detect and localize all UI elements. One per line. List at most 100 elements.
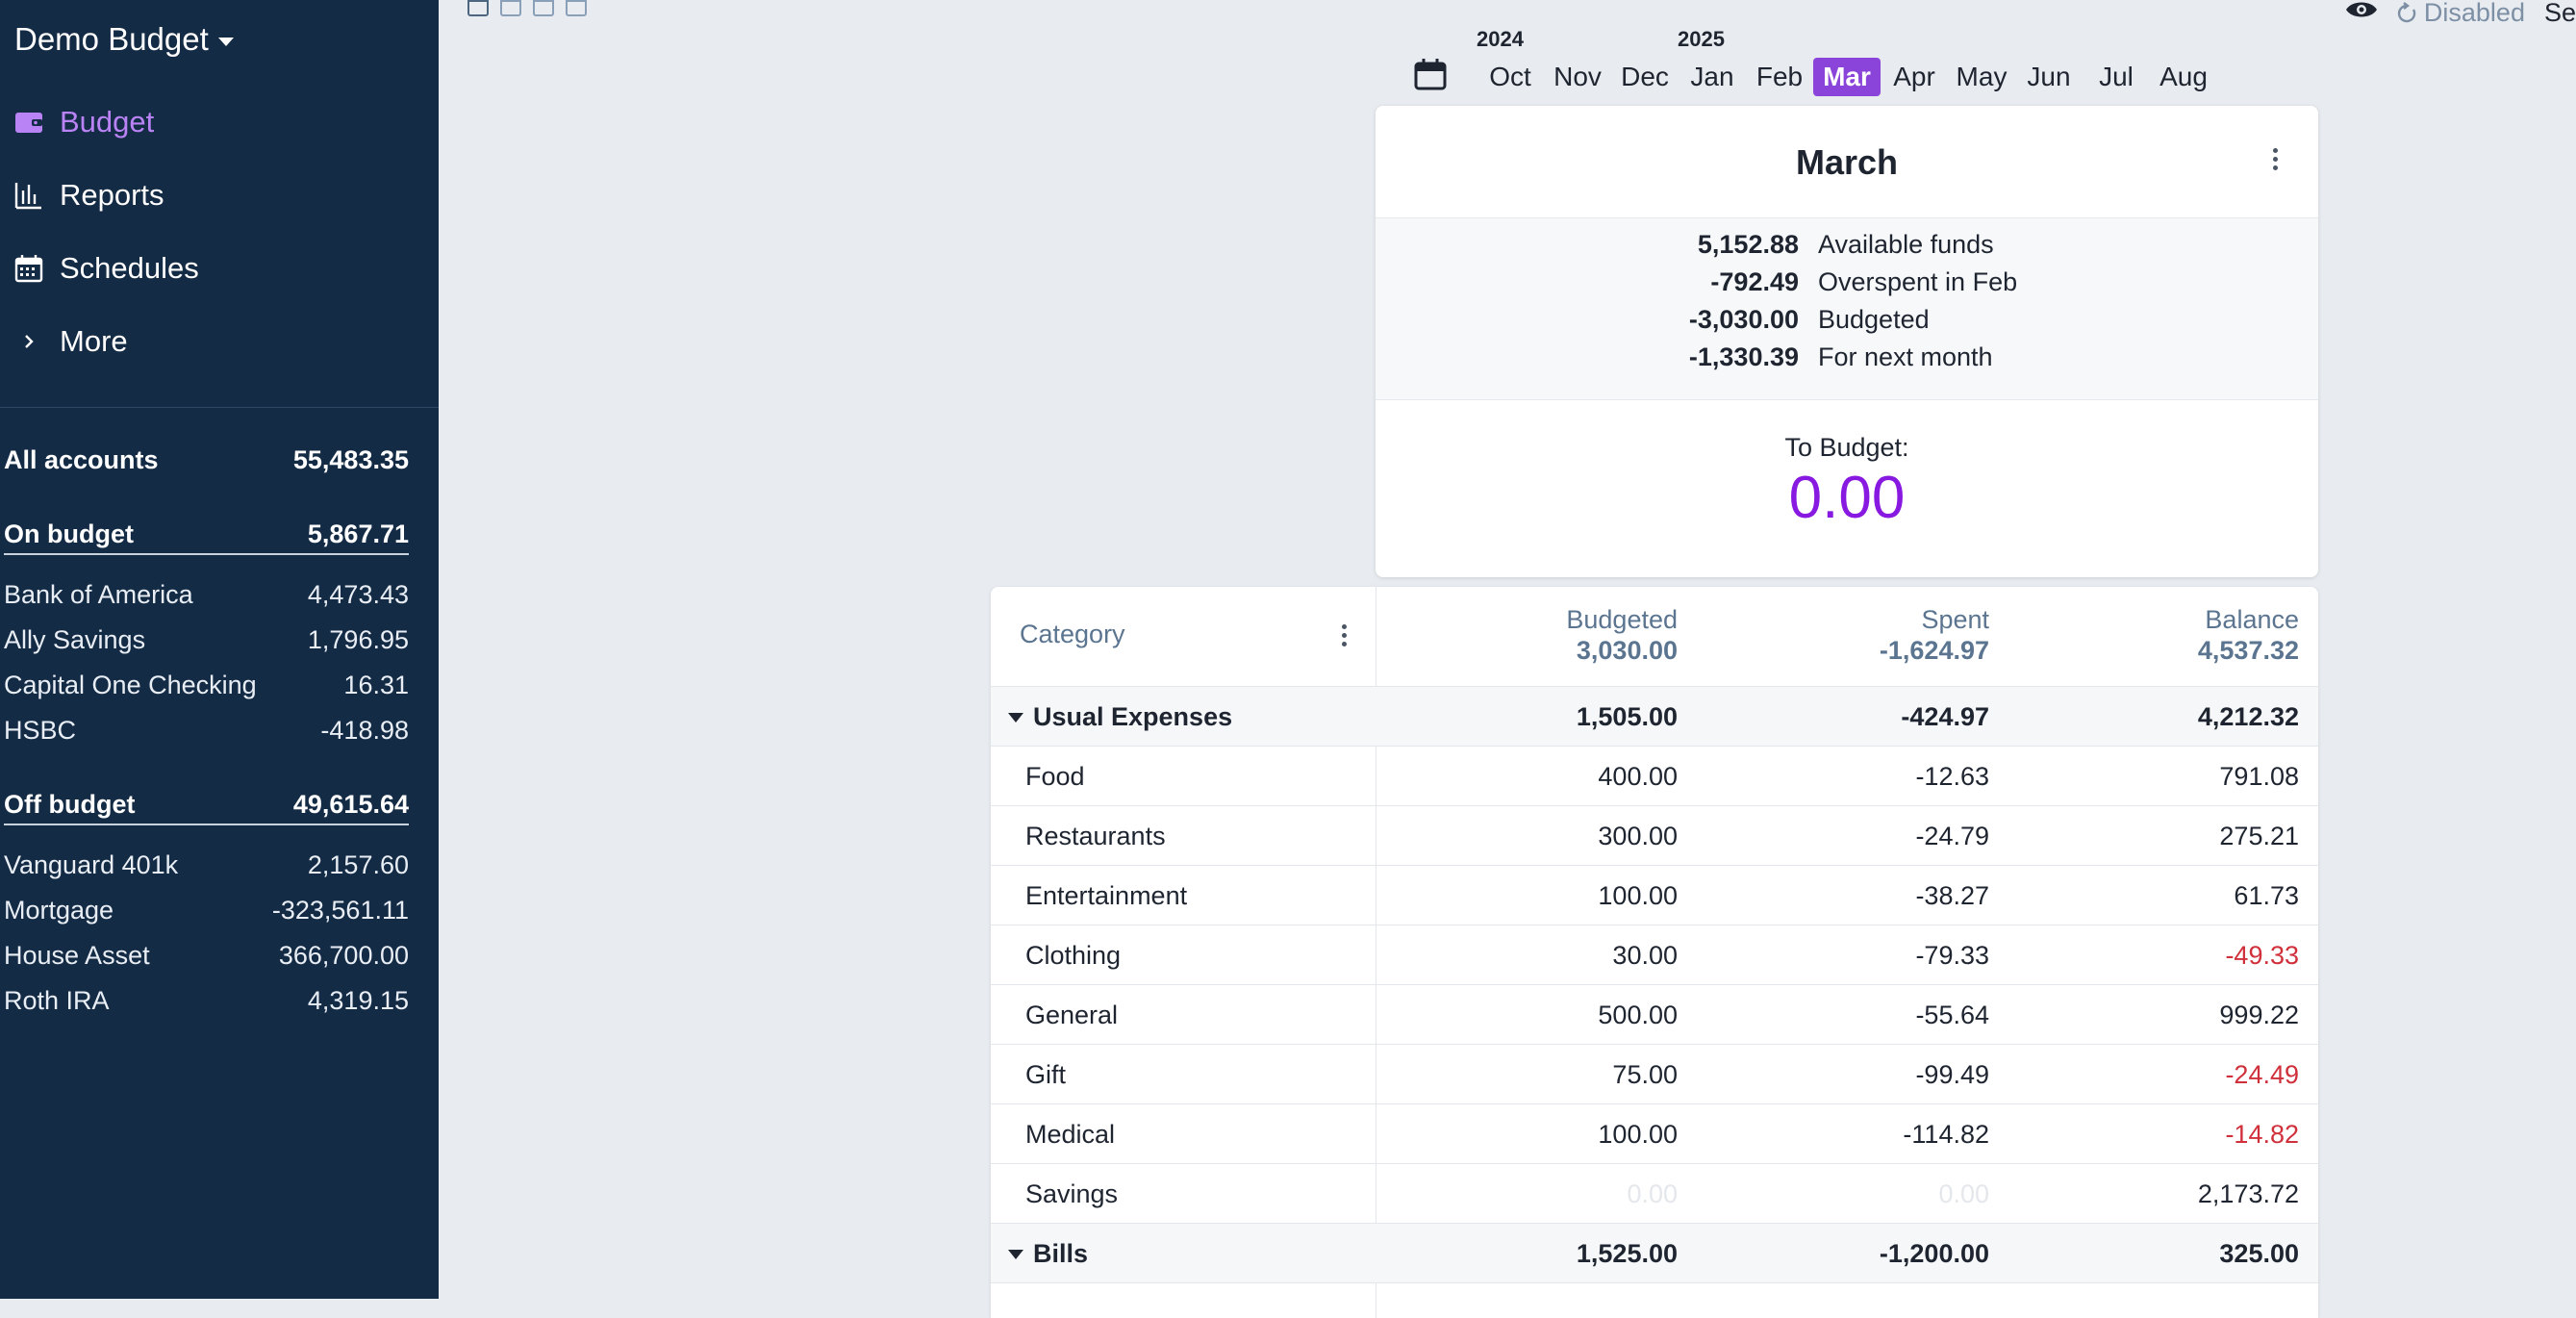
month-apr[interactable]: Apr [1885, 58, 1943, 96]
year-label-2025: 2025 [1678, 27, 1725, 51]
one-month-view-icon[interactable] [467, 0, 489, 16]
budgeted-cell[interactable]: 100.00 [1598, 1120, 1678, 1150]
month-feb[interactable]: Feb [1751, 58, 1808, 96]
budgeted-cell[interactable]: 0.00 [1627, 1179, 1678, 1209]
category-row[interactable]: Medical 100.00 -114.82 -14.82 [991, 1104, 2318, 1164]
month-may[interactable]: May [1953, 58, 2010, 96]
account-name: Mortgage [4, 896, 114, 925]
nav-budget[interactable]: Budget [13, 98, 154, 146]
balance-cell[interactable]: -24.49 [2225, 1060, 2299, 1090]
account-row[interactable]: House Asset 366,700.00 [4, 941, 409, 971]
category-row[interactable]: Restaurants 300.00 -24.79 275.21 [991, 806, 2318, 866]
group-toggle[interactable]: Bills [1008, 1239, 1088, 1269]
month-aug[interactable]: Aug [2155, 58, 2212, 96]
two-month-view-icon[interactable] [500, 0, 521, 16]
month-mar[interactable]: Mar [1813, 58, 1881, 96]
balance-cell[interactable]: 791.08 [2219, 762, 2299, 792]
off-budget-balance: 49,615.64 [292, 790, 409, 819]
spent-cell[interactable]: -55.64 [1915, 1001, 1989, 1030]
month-jan[interactable]: Jan [1683, 58, 1741, 96]
nav-more[interactable]: More [13, 317, 128, 366]
view-layout-toggles [467, 0, 587, 16]
group-toggle[interactable]: Usual Expenses [1008, 702, 1232, 732]
four-month-view-icon[interactable] [566, 0, 587, 16]
category-menu-icon[interactable] [1329, 621, 1358, 649]
account-row[interactable]: HSBC -418.98 [4, 716, 409, 746]
category-row[interactable]: Entertainment 100.00 -38.27 61.73 [991, 866, 2318, 925]
on-budget-balance: 5,867.71 [307, 520, 409, 548]
to-budget-amount[interactable]: 0.00 [1376, 464, 2318, 532]
month-nov[interactable]: Nov [1549, 58, 1606, 96]
category-group-row[interactable]: Usual Expenses 1,505.00 -424.97 4,212.32 [991, 687, 2318, 747]
calendar-picker-button[interactable] [1414, 58, 1449, 92]
balance-cell[interactable]: -14.82 [2225, 1120, 2299, 1150]
category-row[interactable]: Gift 75.00 -99.49 -24.49 [991, 1045, 2318, 1104]
nav-schedules[interactable]: Schedules [13, 244, 199, 292]
category-row[interactable]: Clothing 30.00 -79.33 -49.33 [991, 925, 2318, 985]
three-month-view-icon[interactable] [533, 0, 554, 16]
account-balance: 366,700.00 [278, 941, 409, 970]
sync-status-label: Disabled [2423, 0, 2525, 27]
all-accounts-row[interactable]: All accounts 55,483.35 [4, 445, 409, 475]
eye-icon[interactable] [2345, 0, 2378, 28]
budgeted-cell: 1,505.00 [1576, 702, 1678, 731]
spent-cell: -424.97 [1901, 702, 1989, 731]
category-name[interactable]: Savings [1025, 1179, 1118, 1209]
account-row[interactable]: Bank of America 4,473.43 [4, 580, 409, 610]
account-row[interactable]: Capital One Checking 16.31 [4, 671, 409, 700]
month-jul[interactable]: Jul [2087, 58, 2145, 96]
month-oct[interactable]: Oct [1481, 58, 1539, 96]
category-name[interactable]: Clothing [1025, 941, 1121, 971]
spent-cell[interactable]: -12.63 [1915, 762, 1989, 792]
sync-icon [2397, 1, 2416, 22]
account-row[interactable]: Ally Savings 1,796.95 [4, 625, 409, 655]
account-row[interactable]: Roth IRA 4,319.15 [4, 986, 409, 1016]
balance-cell[interactable]: -49.33 [2225, 941, 2299, 971]
off-budget-row[interactable]: Off budget 49,615.64 [4, 790, 409, 825]
budgeted-cell[interactable]: 75.00 [1612, 1060, 1678, 1090]
category-row[interactable]: Savings 0.00 0.00 2,173.72 [991, 1164, 2318, 1224]
spent-cell[interactable]: -79.33 [1915, 941, 1989, 971]
on-budget-row[interactable]: On budget 5,867.71 [4, 520, 409, 555]
category-row[interactable]: Food 400.00 -12.63 791.08 [991, 747, 2318, 806]
spent-cell[interactable]: 0.00 [1938, 1179, 1989, 1209]
balance-cell[interactable]: 999.22 [2219, 1001, 2299, 1030]
category-name[interactable]: Medical [1025, 1120, 1115, 1150]
spent-cell[interactable]: -24.79 [1915, 822, 1989, 851]
category-group-row[interactable]: Bills 1,525.00 -1,200.00 325.00 [991, 1224, 2318, 1283]
spent-cell[interactable]: -38.27 [1915, 881, 1989, 911]
category-name[interactable]: Gift [1025, 1060, 1066, 1090]
spent-cell[interactable]: -99.49 [1915, 1060, 1989, 1090]
month-dec[interactable]: Dec [1616, 58, 1674, 96]
budgeted-cell[interactable]: 30.00 [1612, 941, 1678, 971]
sync-status[interactable]: Disabled [2397, 0, 2525, 28]
category-name[interactable]: General [1025, 1001, 1118, 1030]
month-jun[interactable]: Jun [2020, 58, 2078, 96]
category-name[interactable]: Restaurants [1025, 822, 1166, 851]
cut-off-menu-text[interactable]: Se [2544, 0, 2576, 28]
balance-cell[interactable]: 61.73 [2234, 881, 2299, 911]
account-row[interactable]: Mortgage -323,561.11 [4, 896, 409, 925]
nav-reports[interactable]: Reports [13, 171, 164, 219]
budgeted-cell[interactable]: 400.00 [1598, 762, 1678, 792]
budgeted-cell[interactable]: 100.00 [1598, 881, 1678, 911]
budget-name-menu[interactable]: Demo Budget [14, 21, 234, 58]
sidebar-divider [0, 407, 439, 408]
balance-cell[interactable]: 2,173.72 [2198, 1179, 2299, 1209]
account-name: Roth IRA [4, 986, 110, 1015]
category-name[interactable]: Entertainment [1025, 881, 1187, 911]
account-row[interactable]: Vanguard 401k 2,157.60 [4, 850, 409, 880]
budgeted-cell[interactable]: 300.00 [1598, 822, 1678, 851]
category-name[interactable]: Food [1025, 762, 1085, 792]
budgeted-cell[interactable]: 500.00 [1598, 1001, 1678, 1030]
summary-menu-icon[interactable] [2260, 144, 2289, 173]
category-row[interactable]: General 500.00 -55.64 999.22 [991, 985, 2318, 1045]
budget-table: Category Budgeted 3,030.00 Spent -1,624.… [991, 587, 2318, 1318]
summary-value: -792.49 [1710, 267, 1799, 296]
on-budget-label: On budget [4, 520, 134, 548]
balance-header: Balance 4,537.32 [2198, 604, 2299, 666]
balance-cell[interactable]: 275.21 [2219, 822, 2299, 851]
account-name: House Asset [4, 941, 150, 970]
spent-cell[interactable]: -114.82 [1903, 1120, 1989, 1150]
balance-cell: 4,212.32 [2197, 702, 2299, 731]
